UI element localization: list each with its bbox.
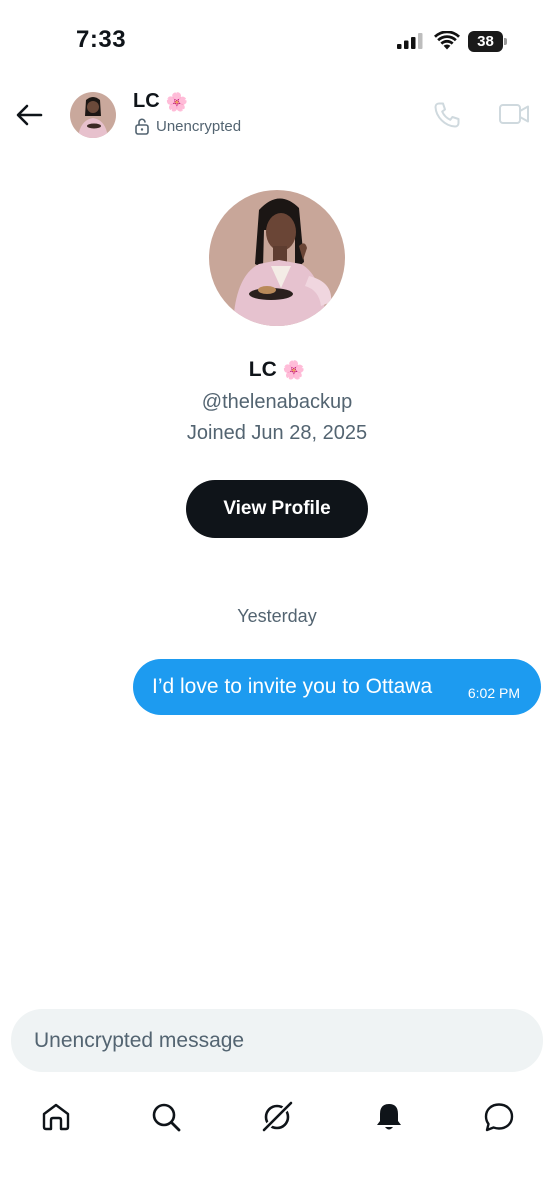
back-button[interactable] (14, 100, 44, 130)
profile-joined-date: Joined Jun 28, 2025 (186, 422, 368, 444)
message-composer (11, 1009, 543, 1072)
phone-icon[interactable] (432, 100, 462, 130)
search-icon (152, 1103, 181, 1132)
tab-home[interactable] (39, 1100, 73, 1134)
flower-emoji: 🌸 (165, 91, 189, 112)
view-profile-button[interactable]: View Profile (186, 480, 368, 538)
status-bar: 7:33 38 (0, 0, 554, 80)
header-name: LC (133, 90, 160, 112)
status-time: 7:33 (76, 26, 127, 53)
wifi-icon (434, 31, 460, 50)
header-avatar[interactable] (70, 92, 116, 138)
message-input[interactable] (34, 1009, 514, 1072)
bottom-tab-bar (0, 1090, 554, 1150)
lock-open-icon (135, 118, 149, 135)
profile-name: LC (248, 358, 277, 381)
back-arrow-icon (16, 104, 43, 126)
notifications-icon (377, 1104, 401, 1130)
grok-icon (261, 1100, 294, 1133)
tab-notifications[interactable] (372, 1100, 406, 1134)
profile-avatar-image (209, 190, 345, 326)
flower-emoji: 🌸 (282, 360, 306, 380)
home-icon (42, 1103, 70, 1131)
cellular-signal-icon (397, 33, 423, 49)
battery-level: 38 (477, 33, 494, 50)
profile-avatar[interactable] (209, 190, 345, 326)
tab-grok[interactable] (260, 1100, 294, 1134)
conversation-header: LC 🌸 Unencrypted (0, 80, 554, 150)
message-bubble-outgoing[interactable]: I’d love to invite you to Ottawa 6:02 PM (133, 659, 541, 715)
message-timestamp: 6:02 PM (467, 685, 520, 701)
encryption-status: Unencrypted (134, 118, 241, 135)
battery-cap (504, 38, 507, 45)
profile-handle: @thelenabackup (201, 391, 353, 413)
video-icon[interactable] (498, 100, 530, 128)
tab-search[interactable] (149, 1100, 183, 1134)
day-separator: Yesterday (237, 606, 317, 626)
message-text: I’d love to invite you to Ottawa (152, 675, 433, 698)
avatar-image (70, 92, 116, 138)
header-name-row: LC 🌸 (133, 90, 188, 113)
tab-messages[interactable] (482, 1100, 516, 1134)
messages-icon (484, 1103, 514, 1132)
battery-icon: 38 (468, 31, 508, 52)
encryption-status-label: Unencrypted (156, 118, 242, 135)
profile-name-row: LC 🌸 (0, 358, 554, 382)
